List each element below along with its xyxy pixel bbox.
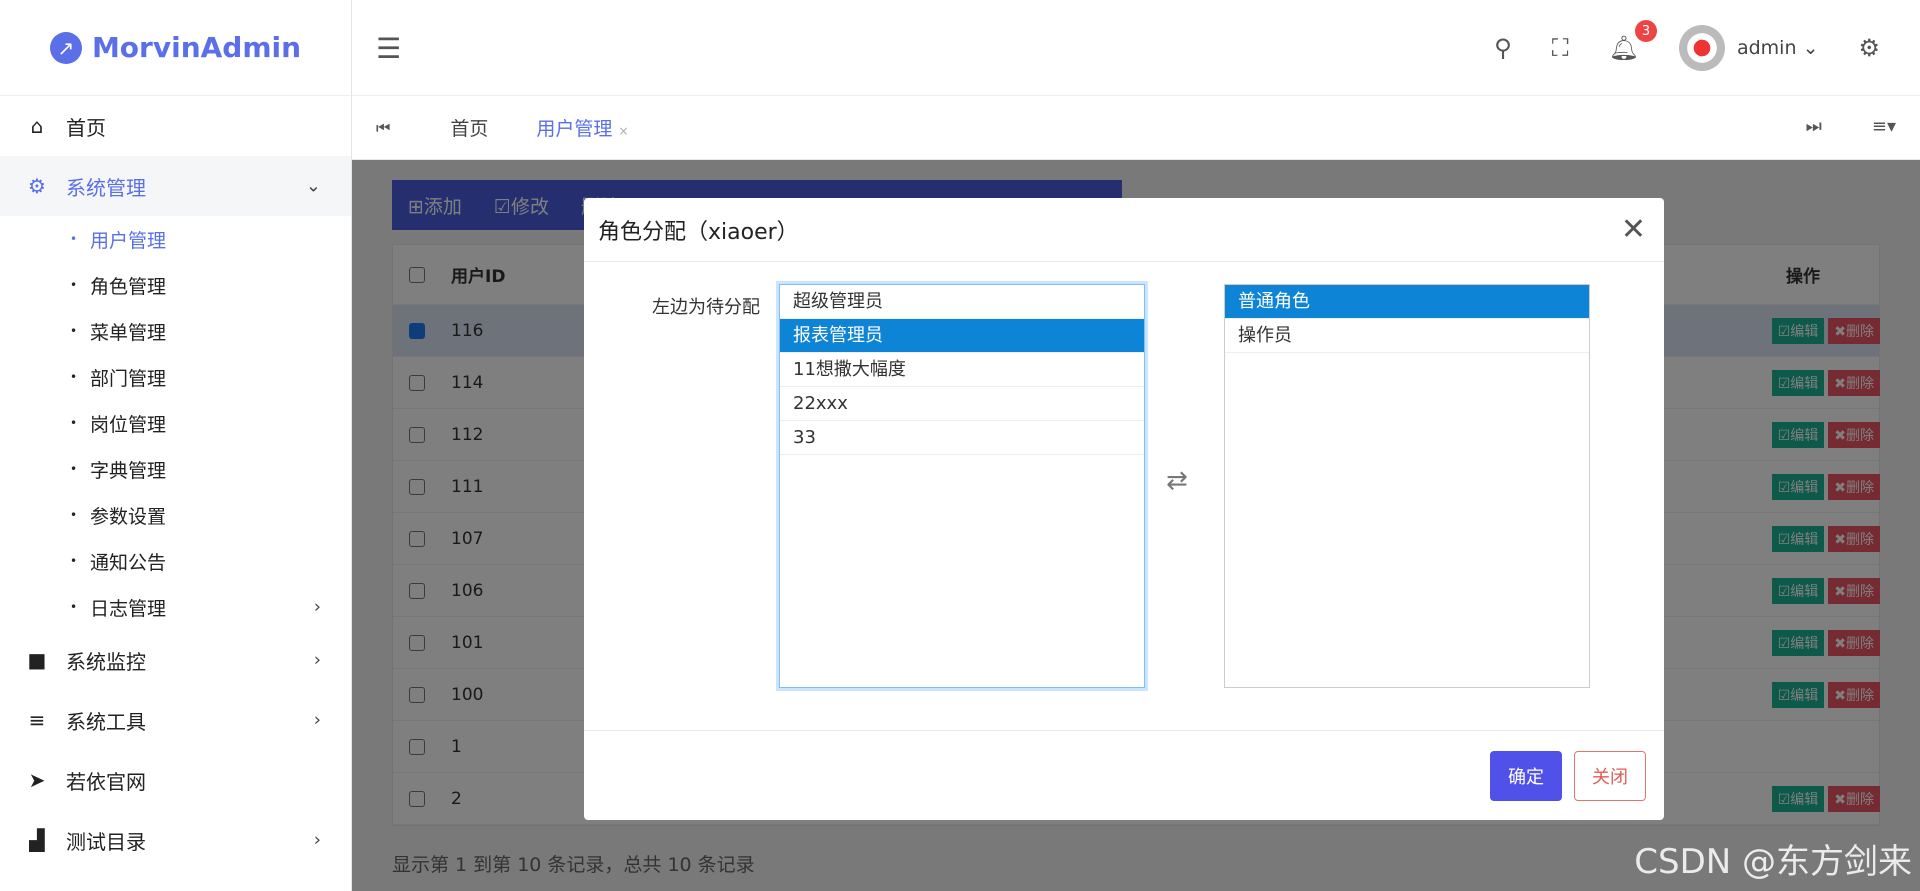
tab-home[interactable]: 首页 — [450, 114, 488, 141]
brand-name: MorvinAdmin — [91, 31, 302, 64]
sidebar-item-system[interactable]: ⚙ 系统管理 ⌄ — [0, 156, 351, 216]
sidebar-item-test[interactable]: ▟ 测试目录 › — [0, 810, 351, 870]
fullscreen-icon[interactable]: ⛶ — [1552, 34, 1569, 62]
chevron-right-icon: › — [313, 829, 321, 851]
user-menu[interactable]: admin ⌄ — [1737, 37, 1819, 59]
chart-icon: ▟ — [29, 828, 45, 852]
chevron-down-icon: ⌄ — [305, 175, 321, 197]
bell-icon[interactable]: 🔔︎ 3 — [1609, 20, 1657, 62]
sidebar-item-label: 测试目录 — [66, 829, 146, 854]
bars-icon: ≡ — [28, 708, 46, 732]
sidebar-subitem-users[interactable]: 用户管理 — [0, 216, 351, 262]
topbar-actions: ⚲ ⛶ 🔔︎ 3 admin ⌄ ⚙ — [1494, 0, 1920, 96]
logo-icon: ↗ — [49, 31, 82, 64]
assigned-roles-list[interactable]: 普通角色 操作员 — [1224, 284, 1590, 688]
watermark: CSDN @东方剑来 — [1634, 842, 1912, 882]
confirm-button[interactable]: 确定 — [1490, 751, 1562, 801]
sidebar-subitem-dict[interactable]: 字典管理 — [0, 446, 351, 492]
left-list-label: 左边为待分配 — [652, 297, 760, 318]
list-item[interactable]: 11想撒大幅度 — [780, 353, 1144, 387]
list-item[interactable]: 报表管理员 — [780, 319, 1144, 353]
tab-actions: ⏭ ≡▾ — [1806, 116, 1896, 137]
notification-badge: 3 — [1634, 20, 1657, 42]
sidebar-item-label: 若依官网 — [66, 769, 146, 794]
close-icon[interactable]: × — [618, 124, 628, 138]
logo[interactable]: ↗ MorvinAdmin — [0, 0, 351, 96]
video-icon: ■ — [27, 648, 47, 672]
dialog-footer: 确定 关闭 — [584, 730, 1664, 820]
sidebar-subitem-config[interactable]: 参数设置 — [0, 492, 351, 538]
list-item[interactable]: 33 — [780, 421, 1144, 455]
chevron-right-icon: › — [313, 709, 321, 731]
sidebar: ↗ MorvinAdmin ⌂ 首页 ⚙ 系统管理 ⌄ 用户管理 角色管理 菜单… — [0, 0, 352, 891]
sidebar-item-label: 系统监控 — [66, 649, 146, 674]
list-item[interactable]: 普通角色 — [1225, 285, 1589, 319]
tab-menu-icon[interactable]: ≡▾ — [1872, 116, 1896, 137]
unassigned-roles-list[interactable]: 超级管理员 报表管理员 11想撒大幅度 22xxx 33 — [779, 284, 1145, 688]
tab-scroll-right-icon[interactable]: ⏭ — [1806, 116, 1822, 137]
menu-toggle-icon[interactable]: ☰ — [376, 32, 401, 65]
sidebar-item-label: 系统工具 — [66, 709, 146, 734]
sidebar-item-website[interactable]: ➤ 若依官网 — [0, 750, 351, 810]
sidebar-subitem-depts[interactable]: 部门管理 — [0, 354, 351, 400]
sidebar-subitem-menus[interactable]: 菜单管理 — [0, 308, 351, 354]
chevron-right-icon: › — [313, 596, 321, 618]
home-icon: ⌂ — [30, 114, 44, 138]
username: admin — [1736, 37, 1797, 59]
chevron-right-icon: › — [313, 649, 321, 671]
tab-bar: ⏮ 首页 用户管理 × ⏭ ≡▾ — [352, 96, 1920, 160]
topbar: ☰ ⚲ ⛶ 🔔︎ 3 admin ⌄ ⚙ — [352, 0, 1920, 96]
dialog-header: 角色分配（xiaoer） ✕ — [584, 198, 1664, 262]
tab-label: 用户管理 — [536, 118, 613, 140]
pagination-info: 显示第 1 到第 10 条记录，总共 10 条记录 — [392, 854, 755, 876]
list-item[interactable]: 操作员 — [1225, 319, 1589, 353]
sidebar-subitem-label: 日志管理 — [90, 597, 167, 620]
sidebar-item-label: 系统管理 — [66, 175, 146, 200]
search-icon[interactable]: ⚲ — [1494, 34, 1512, 62]
sidebar-subitem-roles[interactable]: 角色管理 — [0, 262, 351, 308]
sidebar-item-home[interactable]: ⌂ 首页 — [0, 96, 351, 156]
sidebar-item-monitor[interactable]: ■ 系统监控 › — [0, 630, 351, 690]
list-item[interactable]: 超级管理员 — [780, 285, 1144, 319]
role-assign-dialog: 角色分配（xiaoer） ✕ 左边为待分配 超级管理员 报表管理员 11想撒大幅… — [584, 198, 1664, 820]
sidebar-item-tools[interactable]: ≡ 系统工具 › — [0, 690, 351, 750]
sidebar-subitem-notice[interactable]: 通知公告 — [0, 538, 351, 584]
chevron-down-icon: ⌄ — [1802, 37, 1819, 59]
settings-icon[interactable]: ⚙ — [1858, 34, 1880, 62]
close-icon[interactable]: ✕ — [1621, 212, 1646, 247]
location-arrow-icon: ➤ — [28, 768, 46, 792]
sidebar-subitem-logs[interactable]: 日志管理 › — [0, 584, 351, 630]
tab-users[interactable]: 用户管理 × — [536, 114, 628, 141]
tab-scroll-left-icon[interactable]: ⏮ — [376, 118, 390, 138]
gear-icon: ⚙ — [28, 174, 46, 198]
sidebar-item-label: 首页 — [66, 115, 106, 140]
list-item[interactable]: 22xxx — [780, 387, 1144, 421]
close-button[interactable]: 关闭 — [1574, 751, 1646, 801]
dialog-title: 角色分配（xiaoer） — [598, 219, 799, 245]
sidebar-subitem-posts[interactable]: 岗位管理 — [0, 400, 351, 446]
avatar[interactable] — [1678, 25, 1725, 71]
swap-arrows-icon[interactable]: ⇄ — [1166, 466, 1188, 496]
